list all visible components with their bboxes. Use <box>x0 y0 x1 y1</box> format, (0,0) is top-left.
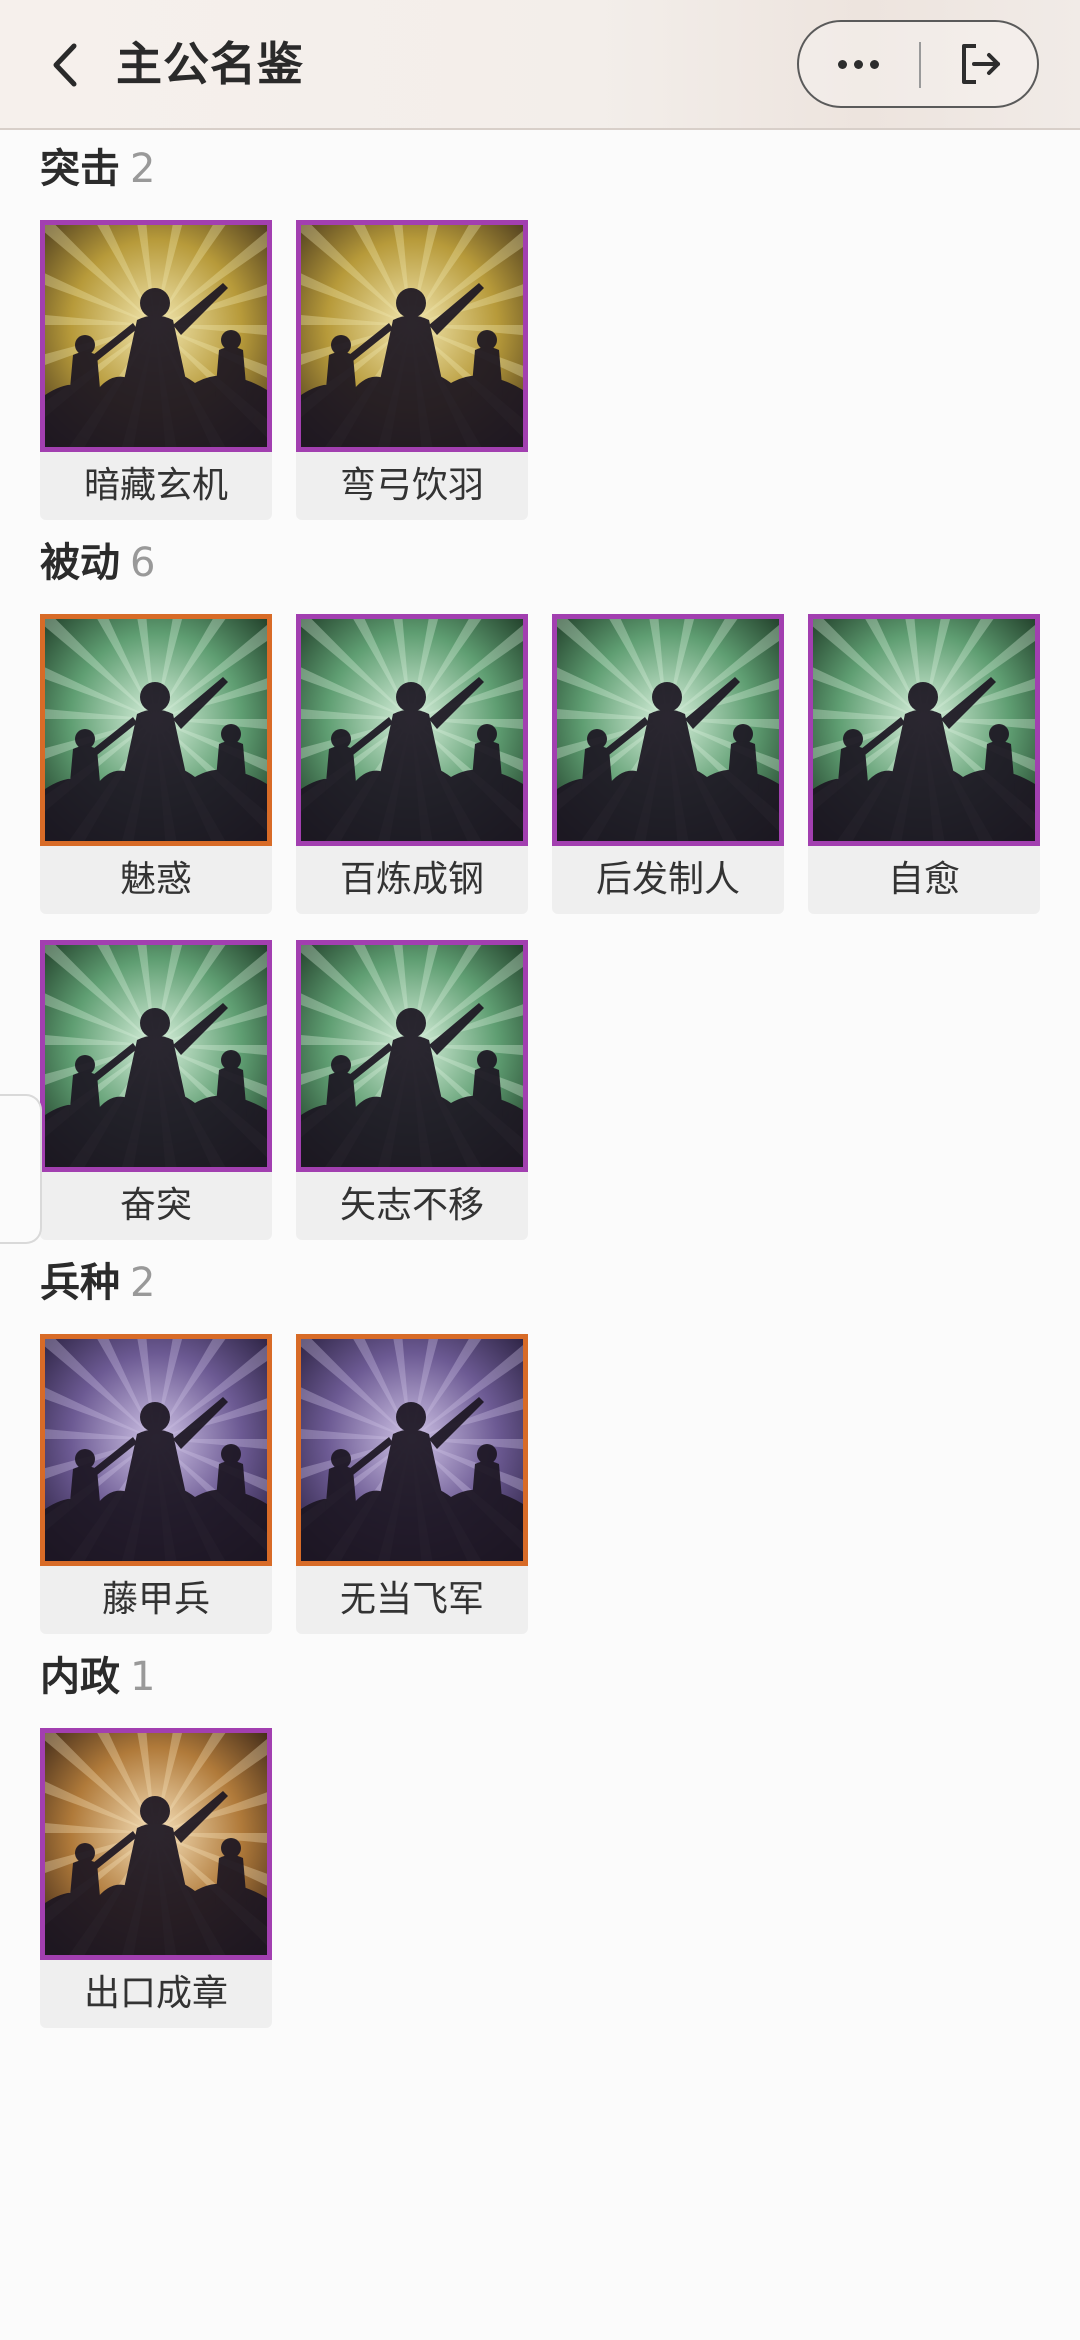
section-name: 内政 <box>40 1654 120 1700</box>
skill-art-image <box>296 614 528 846</box>
section-title-assault: 突击 2 <box>40 141 155 197</box>
mini-program-capsule <box>797 20 1039 108</box>
section-name: 兵种 <box>40 1260 120 1306</box>
skill-card-label: 矢志不移 <box>296 1172 528 1240</box>
skill-card-label: 出口成章 <box>40 1960 272 2028</box>
section-count: 6 <box>130 540 156 586</box>
section-name: 突击 <box>40 146 120 192</box>
skill-card[interactable]: 魅惑 <box>40 614 272 914</box>
section-title-troop-type: 兵种 2 <box>40 1255 155 1311</box>
skill-card[interactable]: 后发制人 <box>552 614 784 914</box>
section-name: 被动 <box>40 540 120 586</box>
skill-card-label: 奋突 <box>40 1172 272 1240</box>
skill-card[interactable]: 百炼成钢 <box>296 614 528 914</box>
skill-card-label: 无当飞军 <box>296 1566 528 1634</box>
skill-card[interactable]: 奋突 <box>40 940 272 1240</box>
skill-art-image <box>296 940 528 1172</box>
skill-card-label: 后发制人 <box>552 846 784 914</box>
skill-art-image <box>552 614 784 846</box>
section-title-passive: 被动 6 <box>40 535 155 591</box>
more-button[interactable] <box>799 22 917 106</box>
section-count: 2 <box>130 1260 156 1306</box>
section-count: 2 <box>130 146 156 192</box>
skill-card[interactable]: 自愈 <box>808 614 1040 914</box>
skill-art-image <box>40 1728 272 1960</box>
skill-art-image <box>40 1334 272 1566</box>
chevron-left-icon <box>53 43 77 87</box>
skill-card[interactable]: 出口成章 <box>40 1728 272 2028</box>
skill-art-image <box>40 220 272 452</box>
skill-card-label: 自愈 <box>808 846 1040 914</box>
skill-art-image <box>296 1334 528 1566</box>
skill-card[interactable]: 无当飞军 <box>296 1334 528 1634</box>
skill-card[interactable]: 藤甲兵 <box>40 1334 272 1634</box>
page-title: 主公名鉴 <box>116 37 304 91</box>
back-button[interactable] <box>38 35 92 95</box>
skill-card[interactable]: 矢志不移 <box>296 940 528 1240</box>
skill-card-label: 藤甲兵 <box>40 1566 272 1634</box>
exit-icon <box>962 44 1000 84</box>
skill-card-label: 弯弓饮羽 <box>296 452 528 520</box>
skill-card-label: 百炼成钢 <box>296 846 528 914</box>
skill-art-image <box>40 614 272 846</box>
skill-card[interactable]: 暗藏玄机 <box>40 220 272 520</box>
section-title-internal-affairs: 内政 1 <box>40 1649 155 1705</box>
skill-card-label: 魅惑 <box>40 846 272 914</box>
skill-art-image <box>40 940 272 1172</box>
skill-art-image <box>808 614 1040 846</box>
skill-card[interactable]: 弯弓饮羽 <box>296 220 528 520</box>
top-bar: 主公名鉴 <box>0 0 1080 130</box>
section-count: 1 <box>130 1654 156 1700</box>
skill-card-label: 暗藏玄机 <box>40 452 272 520</box>
skill-art-image <box>296 220 528 452</box>
exit-button[interactable] <box>921 22 1039 106</box>
side-drawer-handle[interactable] <box>0 1094 42 1244</box>
more-dots-icon <box>837 59 879 69</box>
